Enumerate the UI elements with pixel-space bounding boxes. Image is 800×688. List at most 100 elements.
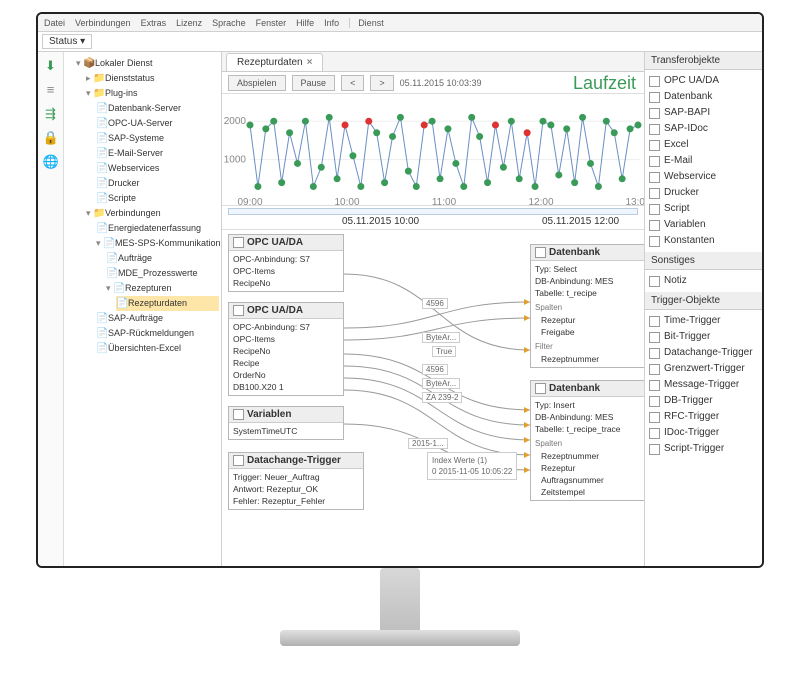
transfer-item[interactable]: Drucker: [649, 185, 758, 201]
node-opc2[interactable]: OPC UA/DAOPC-Anbindung: S7OPC-ItemsRecip…: [228, 302, 344, 396]
close-icon[interactable]: ×: [307, 57, 313, 68]
transfer-item[interactable]: Excel: [649, 137, 758, 153]
tooltip: Index Werte (1)0 2015-11-05 10:05:22: [427, 452, 517, 480]
svg-text:13:00: 13:00: [625, 197, 644, 206]
tree-item[interactable]: 📄Energiedatenerfassung: [96, 221, 219, 236]
connection-label: 4596: [422, 298, 448, 309]
menu-item[interactable]: Verbindungen: [75, 18, 131, 28]
icon-rail: ⬇ ≡ ⇶ 🔒 🌐: [38, 52, 64, 566]
svg-text:11:00: 11:00: [432, 197, 457, 206]
diagram-canvas[interactable]: OPC UA/DAOPC-Anbindung: S7OPC-ItemsRecip…: [222, 230, 644, 566]
status-dropdown[interactable]: Status ▾: [42, 34, 92, 49]
svg-text:12:00: 12:00: [528, 197, 553, 206]
toolbar: Status ▾: [38, 32, 762, 52]
node-vars[interactable]: VariablenSystemTimeUTC: [228, 406, 344, 440]
menu-item[interactable]: Datei: [44, 18, 65, 28]
trigger-item[interactable]: Time-Trigger: [649, 313, 758, 329]
chart[interactable]: 1000 2000 09:00 10:00 11:00 12:00 13:00: [222, 94, 644, 206]
app-window: Datei Verbindungen Extras Lizenz Sprache…: [36, 12, 764, 568]
globe-icon[interactable]: 🌐: [43, 154, 59, 170]
tabstrip: Rezepturdaten×: [222, 52, 644, 72]
tree-item[interactable]: 📁Dienststatus: [86, 71, 219, 86]
connection-label: ByteAr...: [422, 378, 460, 389]
pause-button[interactable]: Pause: [292, 75, 336, 91]
tree-item[interactable]: 📁Plug-ins: [86, 86, 219, 101]
svg-text:09:00: 09:00: [237, 197, 262, 206]
menubar: Datei Verbindungen Extras Lizenz Sprache…: [38, 14, 762, 32]
trigger-item[interactable]: DB-Trigger: [649, 393, 758, 409]
tree-item[interactable]: 📄SAP-Rückmeldungen: [96, 326, 219, 341]
tree-item[interactable]: 📄Übersichten-Excel: [96, 341, 219, 356]
trigger-item[interactable]: Script-Trigger: [649, 441, 758, 457]
tree-item[interactable]: 📄SAP-Aufträge: [96, 311, 219, 326]
tree-item[interactable]: 📄Drucker: [96, 176, 219, 191]
trigger-item[interactable]: Message-Trigger: [649, 377, 758, 393]
node-opc1[interactable]: OPC UA/DAOPC-Anbindung: S7OPC-ItemsRecip…: [228, 234, 344, 292]
transfer-item[interactable]: SAP-BAPI: [649, 105, 758, 121]
sonstiges-header: Sonstiges: [645, 252, 762, 270]
runtime-label: Laufzeit: [573, 73, 636, 94]
dropbox-icon[interactable]: ⬇: [43, 58, 59, 74]
tree-item[interactable]: 📄Aufträge: [106, 251, 219, 266]
transfer-item[interactable]: Konstanten: [649, 233, 758, 249]
menu-item[interactable]: Dienst: [349, 18, 384, 28]
tree-item[interactable]: 📄Webservices: [96, 161, 219, 176]
tree-item[interactable]: 📄Rezepturdaten: [116, 296, 219, 311]
svg-text:2000: 2000: [224, 116, 247, 127]
tree-item[interactable]: 📄MES-SPS-Kommunikation: [96, 236, 219, 251]
play-button[interactable]: Abspielen: [228, 75, 286, 91]
tree-pane[interactable]: 📦Lokaler Dienst📁Dienststatus📁Plug-ins📄Da…: [64, 52, 222, 566]
tab-rezepturdaten[interactable]: Rezepturdaten×: [226, 53, 323, 71]
tree-item[interactable]: 📁Verbindungen: [86, 206, 219, 221]
menu-item[interactable]: Sprache: [212, 18, 246, 28]
tree-item[interactable]: 📄Rezepturen: [106, 281, 219, 296]
node-db1[interactable]: DatenbankTyp: SelectDB-Anbindung: MESTab…: [530, 244, 644, 368]
lock-icon[interactable]: 🔒: [43, 130, 59, 146]
tree-item[interactable]: 📄Scripte: [96, 191, 219, 206]
menu-item[interactable]: Lizenz: [176, 18, 202, 28]
timestamp: 05.11.2015 10:03:39: [400, 78, 482, 88]
connection-label: ByteAr...: [422, 332, 460, 343]
playback-bar: Abspielen Pause < > 05.11.2015 10:03:39 …: [222, 72, 644, 94]
trigger-item[interactable]: Datachange-Trigger: [649, 345, 758, 361]
trigger-item[interactable]: IDoc-Trigger: [649, 425, 758, 441]
transfer-item[interactable]: E-Mail: [649, 153, 758, 169]
mini-ts-right: 05.11.2015 12:00: [542, 216, 619, 227]
node-db2[interactable]: DatenbankTyp: InsertDB-Anbindung: MESTab…: [530, 380, 644, 501]
filter-icon[interactable]: ≡: [43, 82, 59, 98]
next-button[interactable]: >: [370, 75, 393, 91]
mini-timeline[interactable]: 05.11.2015 10:00 05.11.2015 12:00: [222, 206, 644, 230]
mini-ts-left: 05.11.2015 10:00: [342, 216, 419, 227]
transfer-item[interactable]: SAP-IDoc: [649, 121, 758, 137]
node-trig[interactable]: Datachange-TriggerTrigger: Neuer_Auftrag…: [228, 452, 364, 510]
tree-item[interactable]: 📄OPC-UA-Server: [96, 116, 219, 131]
monitor-stand-base: [280, 630, 520, 646]
tree-item[interactable]: 📄SAP-Systeme: [96, 131, 219, 146]
trigger-item[interactable]: Bit-Trigger: [649, 329, 758, 345]
center-pane: Rezepturdaten× Abspielen Pause < > 05.11…: [222, 52, 644, 566]
trigger-item[interactable]: Grenzwert-Trigger: [649, 361, 758, 377]
transfer-item[interactable]: Script: [649, 201, 758, 217]
right-pane: Transferobjekte OPC UA/DADatenbankSAP-BA…: [644, 52, 762, 566]
tree-item[interactable]: 📄E-Mail-Server: [96, 146, 219, 161]
svg-text:1000: 1000: [224, 155, 247, 166]
menu-item[interactable]: Info: [324, 18, 339, 28]
menu-item[interactable]: Extras: [141, 18, 167, 28]
transfer-header: Transferobjekte: [645, 52, 762, 70]
monitor-stand-neck: [380, 568, 420, 638]
menu-item[interactable]: Fenster: [256, 18, 287, 28]
transfer-item[interactable]: Webservice: [649, 169, 758, 185]
trigger-item[interactable]: RFC-Trigger: [649, 409, 758, 425]
transfer-item[interactable]: Variablen: [649, 217, 758, 233]
transfer-item[interactable]: OPC UA/DA: [649, 73, 758, 89]
prev-button[interactable]: <: [341, 75, 364, 91]
transfer-item[interactable]: Datenbank: [649, 89, 758, 105]
connection-label: ZA 239-2: [422, 392, 462, 403]
sonstiges-item[interactable]: Notiz: [649, 273, 758, 289]
svg-text:10:00: 10:00: [334, 197, 359, 206]
tree-item[interactable]: 📄MDE_Prozesswerte: [106, 266, 219, 281]
connection-label: 2015-1...: [408, 438, 448, 449]
menu-item[interactable]: Hilfe: [296, 18, 314, 28]
tree-item[interactable]: 📄Datenbank-Server: [96, 101, 219, 116]
flow-icon[interactable]: ⇶: [43, 106, 59, 122]
